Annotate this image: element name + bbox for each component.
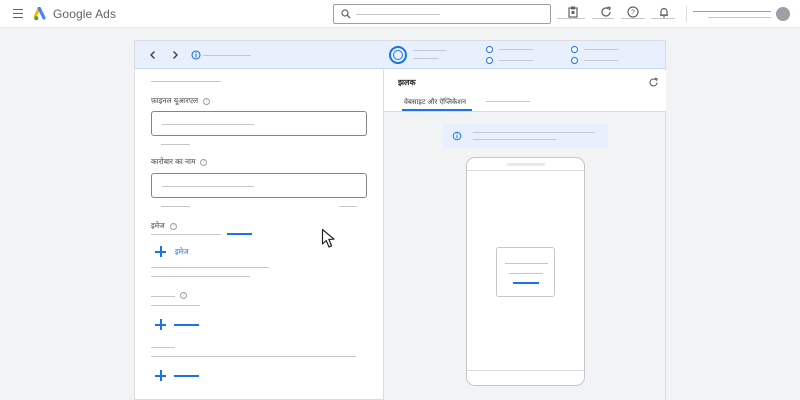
- business-name-help-icon[interactable]: ?: [200, 159, 207, 166]
- final-url-value-line: [162, 124, 254, 125]
- final-url-hint-line: [161, 144, 190, 145]
- tools-label-line: [557, 18, 585, 19]
- add-image-button[interactable]: इमेज: [175, 247, 189, 257]
- images-note-line-2: [151, 276, 250, 277]
- preview-header: झलक वेबसाइट और ऐप्लिकेशन: [384, 70, 666, 112]
- business-name-label: कारोबार का नाम: [151, 157, 196, 166]
- svg-text:?: ?: [631, 9, 635, 16]
- preview-panel: झलक वेबसाइट और ऐप्लिकेशन: [383, 70, 666, 400]
- add-image-icon[interactable]: [155, 246, 166, 257]
- tab-selected-underline: [402, 109, 472, 111]
- step-1-title-line: [413, 50, 446, 51]
- business-name-input[interactable]: [151, 173, 367, 198]
- step-current-indicator[interactable]: [389, 46, 407, 64]
- section-heading-line: [151, 81, 221, 82]
- ad-form: फ़ाइनल यूआरएल ? कारोबार का नाम ? इमेज ? …: [135, 70, 383, 400]
- tools-icon[interactable]: [566, 5, 580, 19]
- banner-line-2: [473, 139, 556, 140]
- chevron-right-icon[interactable]: [169, 49, 181, 61]
- ad-builder-card: फ़ाइनल यूआरएल ? कारोबार का नाम ? इमेज ? …: [134, 40, 666, 400]
- step-4-label-line: [584, 49, 618, 50]
- mouse-pointer-icon: [321, 228, 335, 248]
- top-bar: Google Ads ?: [0, 0, 800, 28]
- images-sub-line: [151, 234, 221, 235]
- business-name-value-line: [162, 186, 254, 187]
- refresh-icon[interactable]: [599, 5, 613, 19]
- final-url-label: फ़ाइनल यूआरएल: [151, 96, 199, 105]
- videos-label-line: [151, 347, 175, 348]
- info-icon: [452, 131, 462, 141]
- logos-label-line: [151, 296, 175, 297]
- tab-other-line[interactable]: [486, 101, 530, 102]
- add-logo-link-line[interactable]: [174, 324, 199, 326]
- search-icon: [341, 9, 351, 19]
- step-1-sub-line: [413, 58, 438, 59]
- step-2-label-line: [499, 49, 533, 50]
- brand-name: Google Ads: [53, 7, 117, 21]
- refresh-label-line: [592, 18, 614, 19]
- info-icon[interactable]: [190, 49, 202, 61]
- search-input[interactable]: [333, 4, 551, 24]
- help-label-line: [621, 18, 645, 19]
- chevron-left-icon[interactable]: [147, 49, 159, 61]
- tab-websites-and-apps[interactable]: वेबसाइट और ऐप्लिकेशन: [404, 98, 466, 107]
- notifications-label-line: [651, 18, 675, 19]
- banner-line-1: [473, 132, 595, 133]
- step-2-indicator[interactable]: [486, 46, 493, 53]
- logos-help-icon[interactable]: ?: [180, 292, 187, 299]
- account-id-line: [708, 17, 771, 18]
- step-5-label-line: [584, 60, 618, 61]
- topbar-divider: [686, 6, 687, 22]
- search-placeholder-line: [356, 14, 440, 15]
- preview-title: झलक: [398, 78, 416, 87]
- add-logo-icon[interactable]: [155, 319, 166, 330]
- wizard-header: [135, 41, 665, 69]
- campaign-name-line: [203, 55, 251, 56]
- add-video-icon[interactable]: [155, 370, 166, 381]
- account-avatar[interactable]: [776, 7, 790, 21]
- phone-top-edge: [467, 170, 584, 171]
- menu-icon[interactable]: [13, 9, 23, 19]
- phone-preview-frame: [466, 157, 585, 386]
- ad-headline-line: [505, 263, 548, 264]
- refresh-preview-icon[interactable]: [648, 77, 659, 88]
- step-5-indicator[interactable]: [571, 57, 578, 64]
- preview-info-banner: [442, 124, 608, 148]
- images-note-line-1: [151, 267, 269, 268]
- add-video-link-line[interactable]: [174, 375, 199, 377]
- step-3-label-line: [499, 60, 533, 61]
- google-ads-logo[interactable]: [34, 7, 49, 21]
- images-link-line[interactable]: [227, 233, 252, 235]
- images-help-icon[interactable]: ?: [170, 223, 177, 230]
- account-name-line: [693, 11, 771, 12]
- step-4-indicator[interactable]: [571, 46, 578, 53]
- business-name-counter-line: [339, 206, 357, 207]
- final-url-help-icon[interactable]: ?: [203, 98, 210, 105]
- phone-bottom-edge: [467, 370, 584, 371]
- step-3-indicator[interactable]: [486, 57, 493, 64]
- ad-link-line: [513, 282, 539, 284]
- final-url-input[interactable]: [151, 111, 367, 136]
- notifications-icon[interactable]: [657, 5, 671, 19]
- videos-sub-line: [151, 356, 356, 357]
- help-icon[interactable]: ?: [626, 5, 640, 19]
- phone-speaker: [507, 163, 545, 166]
- logos-sub-line: [151, 305, 200, 306]
- images-label: इमेज: [151, 221, 165, 230]
- business-name-hint-line: [161, 206, 190, 207]
- ad-description-line: [509, 273, 543, 274]
- ad-preview-card[interactable]: [496, 247, 555, 297]
